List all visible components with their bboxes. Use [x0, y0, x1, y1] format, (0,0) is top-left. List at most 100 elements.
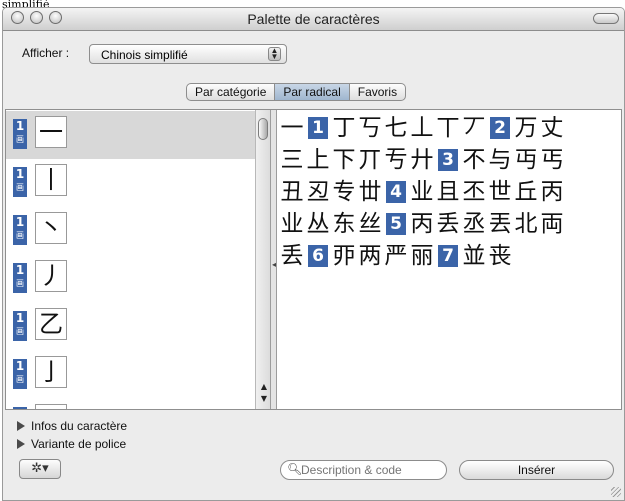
- character-cell[interactable]: 両: [539, 210, 565, 238]
- radical-glyph: 亅: [35, 356, 67, 388]
- character-cell[interactable]: 东: [331, 210, 357, 238]
- action-menu-button[interactable]: ✲▾: [19, 459, 61, 479]
- character-cell[interactable]: 丗: [357, 178, 383, 206]
- character-cell[interactable]: 严: [383, 242, 409, 270]
- character-cell[interactable]: 丛: [305, 210, 331, 238]
- stroke-count-badge: 2画: [13, 407, 27, 409]
- character-cell[interactable]: 北: [513, 210, 539, 238]
- character-grid: 一1丁丂七丄丅丆2万丈三上下丌亐廾3不与丏丐丑丒专丗4业且丕世丘丙业丛东丝5丙丢…: [279, 114, 619, 274]
- character-cell[interactable]: 丏: [513, 146, 539, 174]
- character-cell[interactable]: 丽: [409, 242, 435, 270]
- character-cell[interactable]: 亐: [383, 146, 409, 174]
- radical-glyph: 一: [35, 116, 67, 148]
- character-cell[interactable]: 下: [331, 146, 357, 174]
- title-bar[interactable]: Palette de caractères: [3, 8, 624, 31]
- stroke-group-marker: 3: [438, 149, 458, 171]
- character-cell[interactable]: 且: [435, 178, 461, 206]
- stroke-count-badge: 1画: [13, 119, 27, 149]
- character-cell[interactable]: 丌: [357, 146, 383, 174]
- character-cell[interactable]: 丕: [461, 178, 487, 206]
- radical-glyph: 丶: [35, 212, 67, 244]
- character-cell[interactable]: 丂: [357, 114, 383, 142]
- character-cell[interactable]: 丢: [279, 242, 305, 270]
- stroke-count: 1: [15, 215, 25, 229]
- character-cell[interactable]: 廾: [409, 146, 435, 174]
- character-cell[interactable]: 上: [305, 146, 331, 174]
- stroke-count: 1: [15, 167, 25, 181]
- toolbar-toggle-button[interactable]: [593, 13, 619, 24]
- character-cell[interactable]: 一: [279, 114, 305, 142]
- stroke-count-badge: 1画: [13, 311, 27, 341]
- radical-glyph: 乙: [35, 308, 67, 340]
- radical-list[interactable]: 1画一1画丨1画丶1画丿1画乙1画亅2画二: [6, 110, 255, 409]
- show-label: Afficher :: [22, 46, 70, 60]
- character-cell[interactable]: 世: [487, 178, 513, 206]
- resize-grip-icon[interactable]: [611, 487, 621, 497]
- radical-list-item[interactable]: 1画丶: [6, 207, 255, 255]
- disclosure-character-info[interactable]: Infos du caractère: [17, 419, 127, 433]
- character-cell[interactable]: 丣: [331, 242, 357, 270]
- stroke-unit: 画: [16, 327, 24, 336]
- scroll-up-arrow-icon[interactable]: ▲: [259, 382, 269, 392]
- character-cell[interactable]: 与: [487, 146, 513, 174]
- character-cell[interactable]: 丘: [513, 178, 539, 206]
- character-cell[interactable]: 丢: [435, 210, 461, 238]
- radical-list-item[interactable]: 1画丨: [6, 159, 255, 207]
- character-cell[interactable]: 丙: [539, 178, 565, 206]
- stroke-count: 1: [15, 359, 25, 373]
- character-cell[interactable]: 业: [409, 178, 435, 206]
- radical-list-item[interactable]: 1画丿: [6, 255, 255, 303]
- disclosure-font-variation[interactable]: Variante de police: [17, 437, 126, 451]
- tab-favoris[interactable]: Favoris: [349, 83, 407, 101]
- character-row: 丢6丣两严丽7並丧: [279, 242, 619, 274]
- insert-button[interactable]: Insérer: [459, 460, 614, 480]
- character-cell[interactable]: 丙: [409, 210, 435, 238]
- character-cell[interactable]: 丟: [487, 210, 513, 238]
- character-cell[interactable]: 三: [279, 146, 305, 174]
- stroke-group-marker: 5: [386, 213, 406, 235]
- character-cell[interactable]: 丁: [331, 114, 357, 142]
- radical-list-item[interactable]: 1画一: [6, 111, 255, 159]
- divider-handle-icon[interactable]: ◂: [272, 260, 276, 269]
- show-popup[interactable]: Chinois simplifié ▲ ▼: [89, 44, 287, 64]
- disclosure-label: Variante de police: [31, 437, 127, 451]
- radical-list-item[interactable]: 2画 二: [6, 399, 255, 409]
- character-cell[interactable]: 丝: [357, 210, 383, 238]
- scroll-thumb[interactable]: [258, 118, 268, 140]
- tab-par-categorie[interactable]: Par catégorie: [186, 83, 276, 101]
- character-cell[interactable]: 丆: [461, 114, 487, 142]
- stroke-count-badge: 1画: [13, 263, 27, 293]
- character-cell[interactable]: 业: [279, 210, 305, 238]
- character-palette-window: Palette de caractères Afficher : Chinois…: [2, 7, 625, 501]
- character-cell[interactable]: 丈: [539, 114, 565, 142]
- tab-par-radical[interactable]: Par radical: [275, 83, 350, 101]
- stroke-count-badge: 1画: [13, 359, 27, 389]
- character-cell[interactable]: 丐: [539, 146, 565, 174]
- window-title: Palette de caractères: [247, 11, 380, 27]
- character-cell[interactable]: 不: [461, 146, 487, 174]
- stroke-count: 1: [15, 263, 25, 277]
- character-row: 三上下丌亐廾3不与丏丐: [279, 146, 619, 178]
- radical-list-item[interactable]: 1画乙: [6, 303, 255, 351]
- character-cell[interactable]: 丅: [435, 114, 461, 142]
- character-cell[interactable]: 丄: [409, 114, 435, 142]
- search-icon: 🔍︎: [287, 462, 303, 476]
- character-cell[interactable]: 並: [461, 242, 487, 270]
- search-input[interactable]: [301, 463, 441, 477]
- stroke-count: 2: [13, 407, 27, 409]
- search-field[interactable]: 🔍︎: [280, 460, 447, 480]
- stroke-group-marker: 6: [308, 245, 328, 267]
- character-cell[interactable]: 专: [331, 178, 357, 206]
- radical-list-scrollbar[interactable]: ▲ ▼: [255, 110, 271, 409]
- character-row: 业丛东丝5丙丢丞丟北両: [279, 210, 619, 242]
- character-cell[interactable]: 丒: [305, 178, 331, 206]
- scroll-down-arrow-icon[interactable]: ▼: [259, 394, 269, 404]
- character-cell[interactable]: 两: [357, 242, 383, 270]
- disclosure-triangle-icon: [17, 421, 25, 431]
- character-cell[interactable]: 万: [513, 114, 539, 142]
- character-cell[interactable]: 丧: [487, 242, 513, 270]
- radical-list-item[interactable]: 1画亅: [6, 351, 255, 399]
- character-cell[interactable]: 七: [383, 114, 409, 142]
- character-cell[interactable]: 丞: [461, 210, 487, 238]
- character-cell[interactable]: 丑: [279, 178, 305, 206]
